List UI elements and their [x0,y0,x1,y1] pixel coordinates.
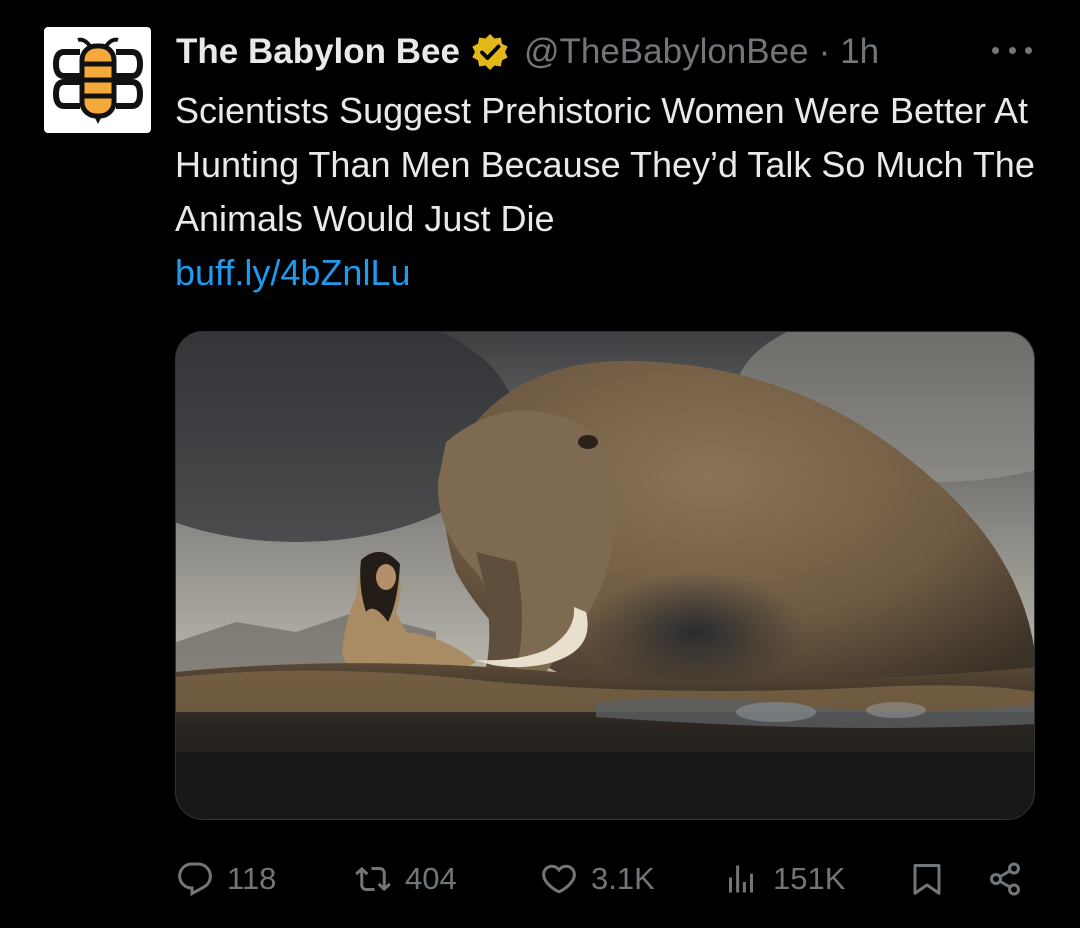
bookmark-icon [913,864,941,895]
separator-dot: · [818,32,831,71]
display-name[interactable]: The Babylon Bee [176,32,460,72]
more-options-icon[interactable] [992,40,1032,60]
share-icon [990,862,1020,896]
views-button[interactable]: 151K [723,848,845,910]
reply-button[interactable]: 118 [177,848,276,910]
tweet-actions: 118 404 3.1K 151K [175,848,1035,910]
tweet-text: Scientists Suggest Prehistoric Women Wer… [175,90,1035,239]
reply-icon [178,862,212,897]
reply-count: 118 [227,861,277,896]
share-button[interactable] [987,848,1037,910]
tweet-media-image[interactable] [175,331,1035,820]
timestamp[interactable]: 1h [840,32,879,72]
bookmark-button[interactable] [909,848,959,910]
repost-icon [355,866,391,892]
repost-button[interactable]: 404 [355,848,457,910]
avatar[interactable] [44,27,151,133]
tweet-link[interactable]: buff.ly/4bZnlLu [175,246,411,300]
views-chart-icon [729,865,753,893]
like-count: 3.1K [591,861,655,896]
babylon-bee-logo-icon [52,37,143,124]
views-count: 151K [773,861,846,896]
author-handle[interactable]: @TheBabylonBee [524,32,809,72]
verified-badge-icon[interactable] [470,32,510,72]
heart-icon [542,864,576,894]
repost-count: 404 [405,861,457,896]
like-button[interactable]: 3.1K [541,848,655,910]
tweet-header: The Babylon Bee @TheBabylonBee · 1h [176,28,1056,76]
